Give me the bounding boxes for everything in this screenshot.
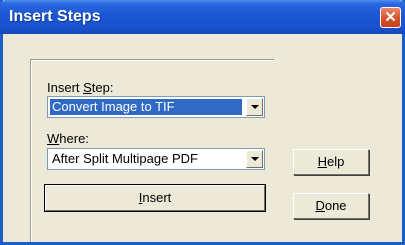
done-button-rest: one	[324, 198, 347, 213]
insert-step-dropdown[interactable]: Convert Image to TIF	[47, 96, 265, 118]
close-icon: ✕	[384, 9, 397, 26]
title-bar[interactable]: Insert Steps ✕	[0, 0, 405, 34]
insert-step-value: Convert Image to TIF	[50, 99, 242, 115]
close-button[interactable]: ✕	[380, 7, 401, 28]
insert-step-label-prefix: Insert	[47, 80, 84, 95]
insert-button[interactable]: Insert	[44, 184, 266, 212]
chevron-down-icon[interactable]	[246, 98, 263, 116]
insert-step-label: Insert Step:	[47, 80, 113, 95]
done-button[interactable]: Done	[293, 193, 369, 219]
where-label-rest: here:	[59, 131, 89, 146]
where-label: Where:	[47, 131, 89, 146]
done-button-accel: D	[315, 198, 325, 213]
where-value: After Split Multipage PDF	[52, 151, 198, 166]
where-dropdown[interactable]: After Split Multipage PDF	[47, 148, 265, 170]
insert-steps-dialog: Insert Steps ✕ Insert Step: Convert Imag…	[0, 0, 405, 245]
help-button[interactable]: Help	[293, 149, 369, 175]
insert-button-rest: nsert	[142, 190, 172, 205]
insert-step-label-accel: S	[83, 80, 92, 95]
dialog-title: Insert Steps	[9, 8, 101, 25]
help-button-accel: H	[317, 154, 328, 169]
where-label-accel: W	[47, 131, 60, 146]
insert-step-label-rest: tep:	[91, 80, 114, 95]
help-button-rest: elp	[327, 154, 345, 169]
chevron-down-icon[interactable]	[246, 150, 263, 168]
